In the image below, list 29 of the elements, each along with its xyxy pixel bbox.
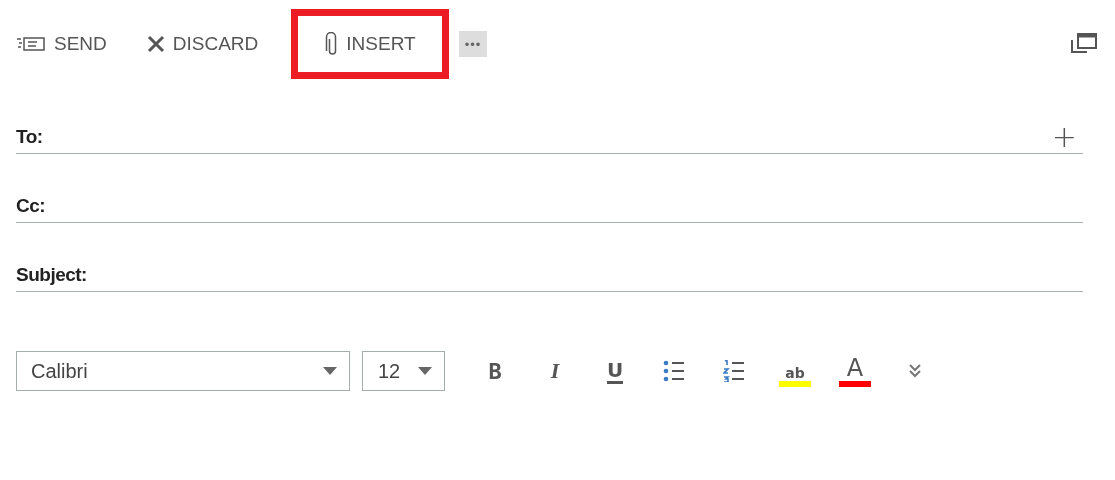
font-color-button[interactable]: A — [825, 351, 885, 391]
discard-button[interactable]: DISCARD — [139, 9, 292, 79]
paperclip-icon — [324, 32, 339, 56]
bullet-list-icon — [663, 360, 687, 382]
numbered-list-icon — [723, 360, 747, 382]
close-icon — [146, 35, 165, 53]
double-chevron-icon — [909, 364, 921, 378]
more-button[interactable]: ••• — [458, 31, 488, 57]
popout-icon[interactable] — [1069, 32, 1099, 56]
dropdown-arrow-icon — [418, 367, 432, 375]
send-icon — [16, 36, 46, 52]
field-label: Cc: — [16, 194, 46, 217]
add-button[interactable]: + — [1045, 122, 1083, 151]
subject-field[interactable]: Subject: — [16, 258, 1083, 292]
font-name: Calibri — [31, 359, 88, 383]
font-dropdown[interactable]: Calibri — [16, 351, 350, 391]
insert-button[interactable]: INSERT — [291, 9, 449, 79]
bold-button[interactable]: B — [465, 351, 525, 391]
underline-button[interactable]: U — [585, 351, 645, 391]
send-button[interactable]: SEND — [16, 9, 140, 79]
dropdown-arrow-icon — [323, 367, 337, 375]
font-size: 12 — [378, 359, 401, 383]
field-label: Subject: — [16, 263, 87, 286]
highlight-button[interactable]: ab — [765, 351, 825, 391]
field-label: To: — [16, 125, 43, 148]
size-dropdown[interactable]: 12 — [362, 351, 445, 391]
recipient-field[interactable]: To: + — [16, 120, 1083, 154]
italic-button[interactable]: I — [525, 351, 585, 391]
recipient-field[interactable]: Cc: — [16, 189, 1083, 223]
